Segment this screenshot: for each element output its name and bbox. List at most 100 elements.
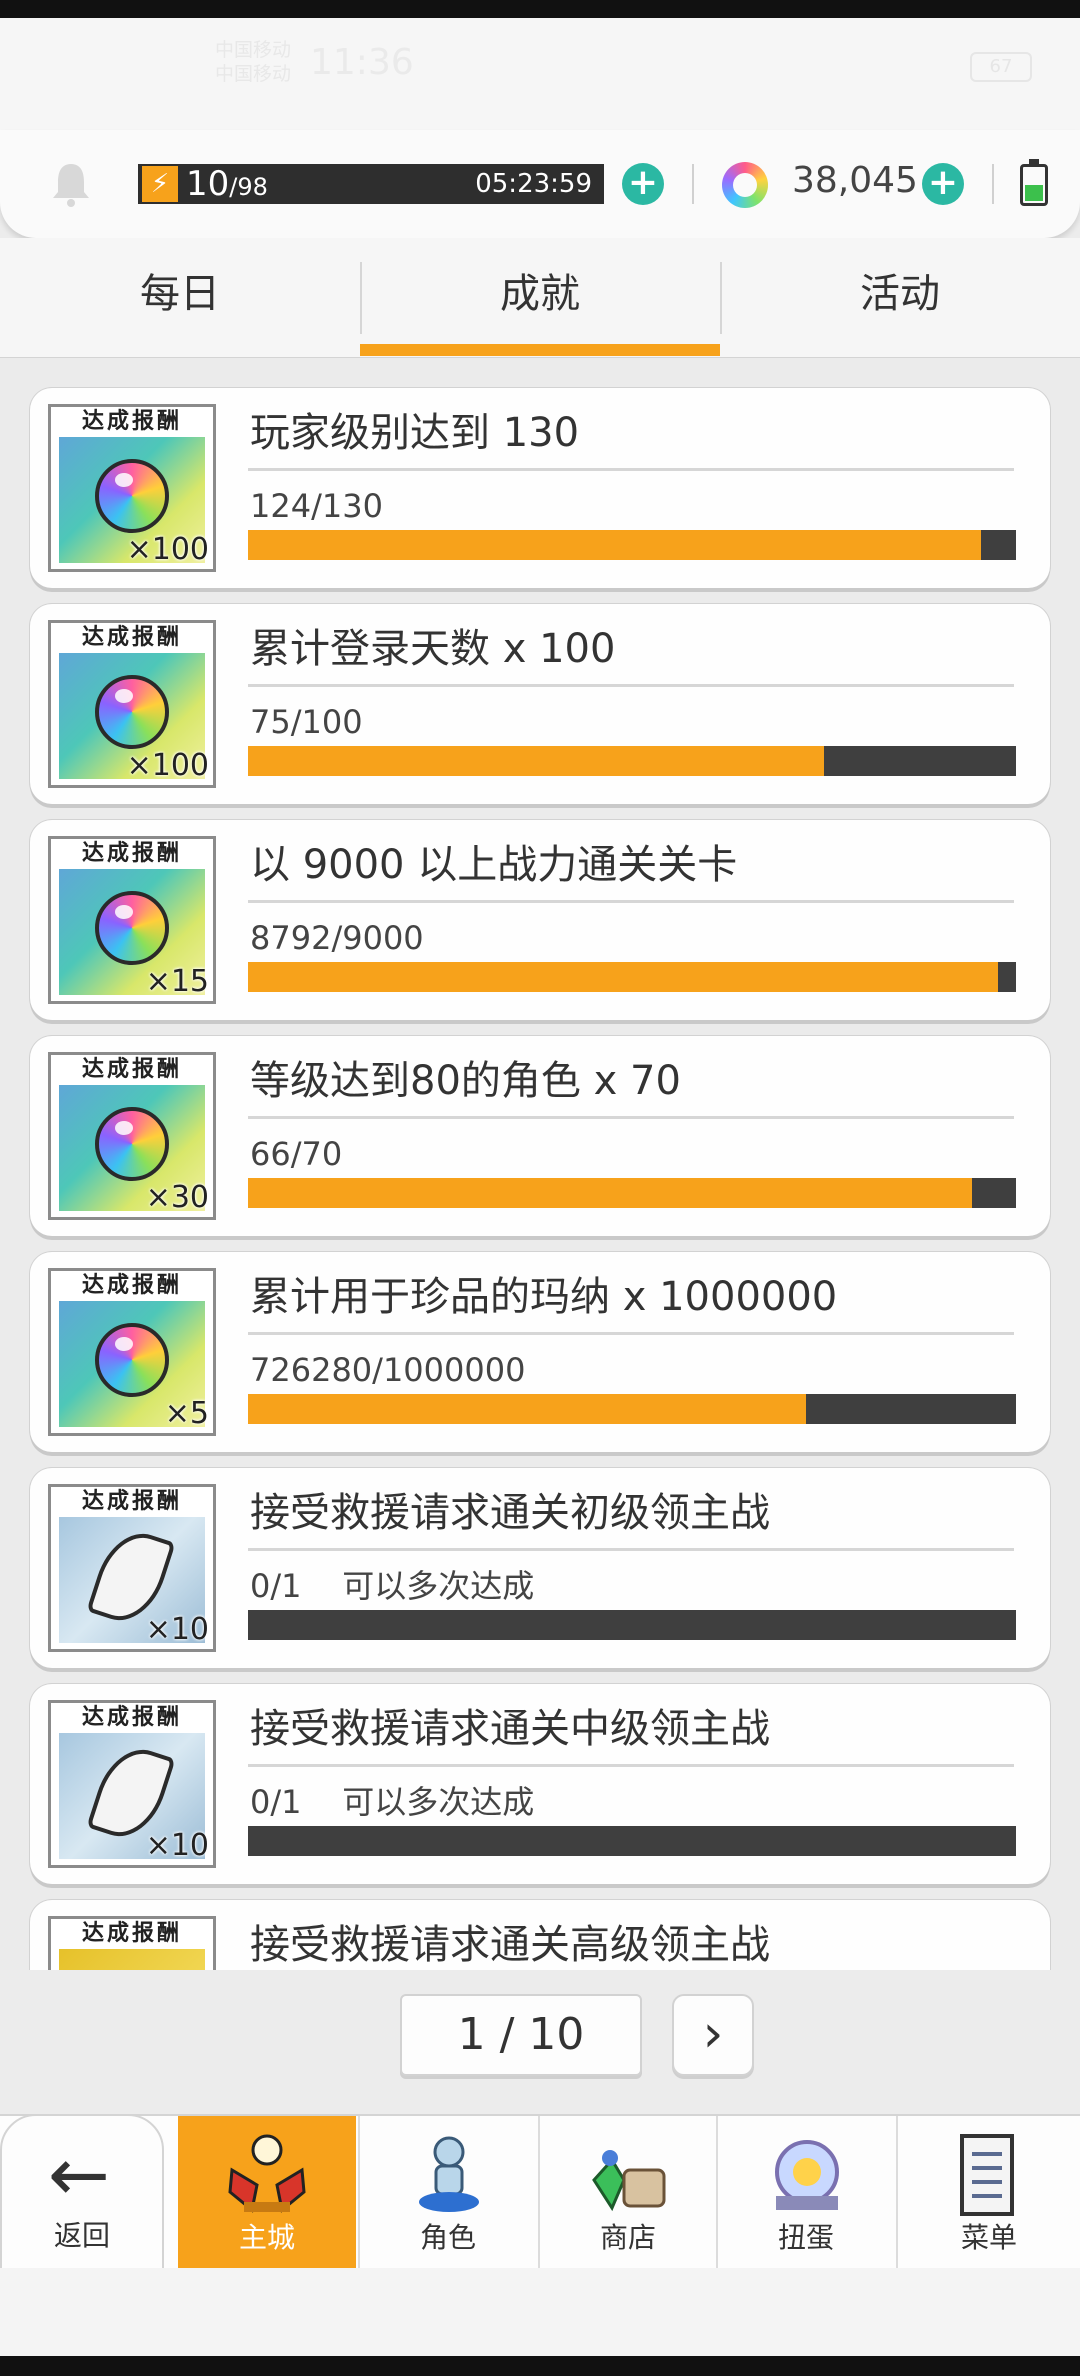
reward-thumbnail: 达成报酬 ×10 [48,1484,216,1652]
progress-text: 124/130 [250,487,383,525]
nav-label: 菜单 [960,2221,1017,2254]
nav-label: 主城 [238,2221,295,2254]
reward-header: 达成报酬 [81,409,182,434]
progress-text: 0/1 可以多次达成 [250,1783,535,1821]
divider [692,164,694,204]
reward-header: 达成报酬 [81,625,182,650]
progress-text: 75/100 [250,703,363,741]
bell-icon[interactable] [50,160,92,208]
achievement-card[interactable]: 达成报酬 ×100 累计登录天数 x 100 75/100 [30,604,1050,804]
achievement-list[interactable]: 达成报酬 ×100 玩家级别达到 130 124/130 达成报酬 ×100 累… [0,358,1080,1970]
nav-label: 商店 [599,2221,656,2254]
status-bar: 中国移动 中国移动 11:36 67 [0,18,1080,130]
divider [248,1116,1014,1119]
active-tab-indicator [360,344,720,356]
reward-thumbnail: 达成报酬 [48,1916,216,1970]
next-page-button[interactable]: › [672,1994,754,2076]
divider [248,1764,1014,1767]
stamina-max: /98 [229,173,268,201]
achievement-card[interactable]: 达成报酬 ×5 累计用于珍品的玛纳 x 1000000 726280/10000… [30,1252,1050,1452]
nav-label: 扭蛋 [777,2221,834,2254]
reward-count: ×10 [145,1612,209,1647]
shop-icon [592,2150,666,2212]
battery-icon [1020,159,1048,206]
progress-fill [248,962,999,992]
progress-text: 726280/1000000 [250,1351,526,1389]
nav-character[interactable]: 角色 [358,2116,536,2270]
tab-daily[interactable]: 每日 [0,260,360,328]
add-stamina-button[interactable]: + [622,163,664,205]
back-button[interactable]: ← 返回 [0,2114,164,2270]
achievement-card[interactable]: 达成报酬 接受救援请求通关高级领主战 [30,1900,1050,1970]
resource-bar: ⚡ 10/98 05:23:59 + 38,045 + [0,130,1080,238]
page-indicator: 1 / 10 [400,1994,642,2076]
reward-count: ×100 [126,748,209,783]
reward-header: 达成报酬 [81,1273,182,1298]
divider [248,684,1014,687]
progress-text: 66/70 [250,1135,343,1173]
gem-icon [722,162,768,208]
back-label: 返回 [53,2219,110,2252]
divider [992,164,994,204]
nav-castle[interactable]: 主城 [178,2116,356,2270]
reward-thumbnail: 达成报酬 ×5 [48,1268,216,1436]
divider [248,468,1014,471]
bottom-nav: ← 返回 主城 角色 商店 扭蛋 菜单 [0,2114,1080,2270]
nav-gacha[interactable]: 扭蛋 [716,2116,894,2270]
progress-fill [248,746,824,776]
reward-thumbnail: 达成报酬 ×100 [48,404,216,572]
add-gems-button[interactable]: + [922,163,964,205]
achievement-card[interactable]: 达成报酬 ×10 接受救援请求通关中级领主战 0/1 可以多次达成 [30,1684,1050,1884]
system-nav-area [0,2268,1080,2356]
divider [248,1332,1014,1335]
stamina-current: 10 [186,164,230,204]
achievement-card[interactable]: 达成报酬 ×15 以 9000 以上战力通关关卡 8792/9000 [30,820,1050,1020]
top-edge [0,0,1080,18]
progress-bar [248,1394,1016,1424]
achievement-card[interactable]: 达成报酬 ×30 等级达到80的角色 x 70 66/70 [30,1036,1050,1236]
achievement-card[interactable]: 达成报酬 ×10 接受救援请求通关初级领主战 0/1 可以多次达成 [30,1468,1050,1668]
carrier-label: 中国移动 中国移动 [215,39,292,85]
reward-count: ×10 [145,1828,209,1863]
nav-label: 角色 [419,2221,476,2254]
progress-bar [248,1178,1016,1208]
divider [248,1548,1014,1551]
menu-icon [960,2134,1014,2216]
nav-shop[interactable]: 商店 [538,2116,716,2270]
rainbow-orb-icon [95,1323,169,1397]
progress-text: 8792/9000 [250,919,424,957]
rainbow-orb-icon [95,675,169,749]
reward-count: ×15 [145,964,209,999]
reward-count: ×30 [145,1180,209,1215]
status-clock: 11:36 [310,42,414,83]
reward-count: ×5 [164,1396,209,1431]
achievement-card[interactable]: 达成报酬 ×100 玩家级别达到 130 124/130 [30,388,1050,588]
lightning-icon: ⚡ [142,166,178,202]
reward-header: 达成报酬 [81,1705,182,1730]
reward-count: ×100 [126,532,209,567]
reward-header: 达成报酬 [81,1921,182,1946]
progress-bar [248,962,1016,992]
progress-bar [248,530,1016,560]
gem-count: 38,045 [792,160,918,201]
character-icon [419,2136,479,2212]
tab-achievements[interactable]: 成就 [360,260,720,328]
rainbow-orb-icon [95,1107,169,1181]
arrow-left-icon: ← [48,2132,111,2218]
achievement-title: 累计登录天数 x 100 [250,626,616,672]
reward-thumbnail: 达成报酬 ×30 [48,1052,216,1220]
achievement-title: 以 9000 以上战力通关关卡 [250,842,738,888]
stamina-timer: 05:23:59 [475,169,592,199]
divider [248,900,1014,903]
reward-header: 达成报酬 [81,841,182,866]
achievement-title: 接受救援请求通关中级领主战 [250,1706,770,1752]
progress-bar [248,1610,1016,1640]
tab-bar: 每日 成就 活动 [0,238,1080,358]
nav-menu[interactable]: 菜单 [896,2116,1080,2270]
reward-thumbnail: 达成报酬 ×100 [48,620,216,788]
castle-icon [228,2134,306,2213]
progress-fill [248,1178,973,1208]
tab-events[interactable]: 活动 [720,260,1080,328]
achievement-title: 接受救援请求通关高级领主战 [250,1922,770,1968]
progress-bar [248,1826,1016,1856]
